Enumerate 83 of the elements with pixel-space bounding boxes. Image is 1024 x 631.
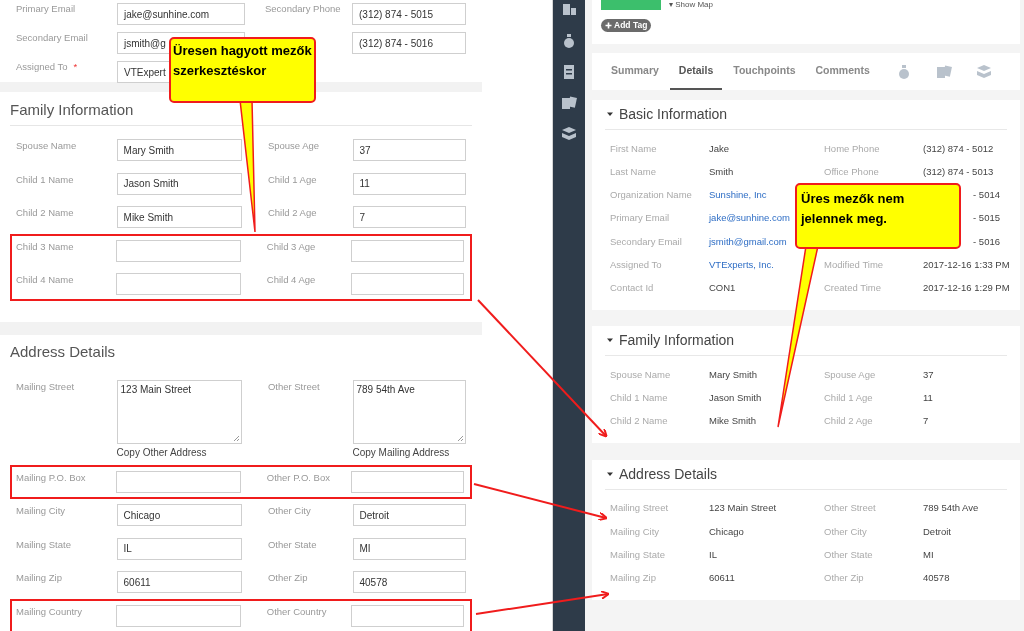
field-label: Other Zip (267, 571, 309, 585)
field-label: Assigned To (16, 61, 68, 73)
field-label: Child 2 Name (16, 206, 75, 220)
field-label: Other City (267, 504, 312, 518)
field-label: Other Street (824, 501, 877, 516)
field-label: Secondary Email (610, 234, 683, 249)
section-title: Address Details (10, 342, 117, 362)
annotation-tooltip: Üresen hagyott mezők szerkesztéskor (169, 37, 316, 103)
field-label: Mailing Zip (610, 571, 657, 586)
field-value: 40578 (923, 571, 950, 586)
field-value: - 5016 (973, 234, 1000, 249)
field-label: Child 1 Age (267, 172, 318, 187)
field-value: 7 (923, 414, 929, 429)
field-value: Smith (709, 164, 734, 179)
field-label: Other State (824, 548, 874, 563)
field-label: Mailing Street (16, 380, 76, 394)
field-label: Primary Email (16, 3, 76, 15)
field-label: Child 2 Age (824, 414, 874, 429)
field-label: Last Name (610, 164, 657, 179)
field-value: Detroit (923, 524, 951, 539)
field-label: Contact Id (610, 281, 655, 296)
field-label: First Name (610, 141, 658, 156)
field-value: MI (923, 548, 934, 563)
field-label: Secondary Email (16, 32, 88, 44)
field-label: Office Phone (824, 164, 880, 179)
field-value: 2017-12-16 1:29 PM (923, 281, 1010, 296)
section-title: Address Details (619, 464, 718, 484)
field-label: Child 4 Name (16, 273, 75, 287)
field-label: Child 1 Name (16, 172, 75, 187)
field-value: CON1 (709, 281, 736, 296)
field-label: Mailing Zip (16, 571, 63, 585)
field-label: Spouse Age (267, 139, 321, 153)
field-label: Mailing City (16, 504, 67, 518)
field-label: Spouse Name (16, 139, 78, 153)
annotation-tooltip: Üres mezők nem jelennek meg. (795, 183, 961, 249)
field-label: Child 2 Age (267, 206, 318, 220)
field-label: Child 3 Name (16, 239, 75, 254)
required-mark: * (73, 61, 78, 73)
field-value: IL (709, 548, 717, 563)
section-title: Family Information (619, 331, 735, 351)
field-value: - 5015 (973, 211, 1000, 226)
field-label: Created Time (824, 281, 883, 296)
field-value: - 5014 (973, 188, 1000, 203)
field-label: Mailing Country (16, 604, 83, 619)
field-value: Mary Smith (709, 367, 758, 382)
section-title: Family Information (10, 100, 135, 120)
field-label: Secondary Phone (265, 3, 342, 15)
field-value: 60611 (709, 571, 735, 586)
field-value: Chicago (709, 524, 744, 539)
field-label: Child 1 Age (824, 390, 874, 405)
field-label: Other Zip (824, 571, 865, 586)
field-value: 123 Main Street (709, 501, 777, 516)
field-label: Spouse Age (824, 367, 877, 382)
section-title: Basic Information (619, 105, 728, 124)
field-value: 2017-12-16 1:33 PM (923, 258, 1010, 272)
field-label: Other Country (266, 604, 328, 619)
field-label: Other Street (267, 380, 321, 394)
field-label: Primary Email (610, 211, 671, 226)
field-label: Organization Name (610, 188, 693, 203)
field-label: Mailing State (16, 537, 72, 552)
field-value: Jake (709, 141, 730, 156)
field-label: Mailing P.O. Box (16, 470, 87, 485)
field-label: Assigned To (610, 258, 663, 272)
field-label: Mailing City (610, 524, 661, 539)
field-label: Spouse Name (610, 367, 672, 382)
field-value: 789 54th Ave (923, 501, 979, 516)
field-label: Child 3 Age (266, 239, 317, 254)
field-label: Other P.O. Box (266, 470, 331, 485)
field-value: 11 (923, 390, 933, 405)
field-label: Other State (267, 537, 318, 552)
field-label: Mailing Street (610, 501, 670, 516)
field-label: Home Phone (824, 141, 881, 156)
field-label: Modified Time (824, 258, 885, 272)
field-value: (312) 874 - 5012 (923, 141, 994, 156)
field-label: Child 4 Age (266, 273, 317, 287)
field-label: Mailing State (610, 548, 666, 563)
field-label: Child 2 Name (610, 414, 669, 429)
field-value: (312) 874 - 5013 (923, 164, 994, 179)
field-label: Other City (824, 524, 868, 539)
field-label: Child 1 Name (610, 390, 669, 405)
field-value: Mike Smith (709, 414, 756, 429)
field-value: 37 (923, 367, 934, 382)
field-value: Jason Smith (709, 390, 762, 405)
